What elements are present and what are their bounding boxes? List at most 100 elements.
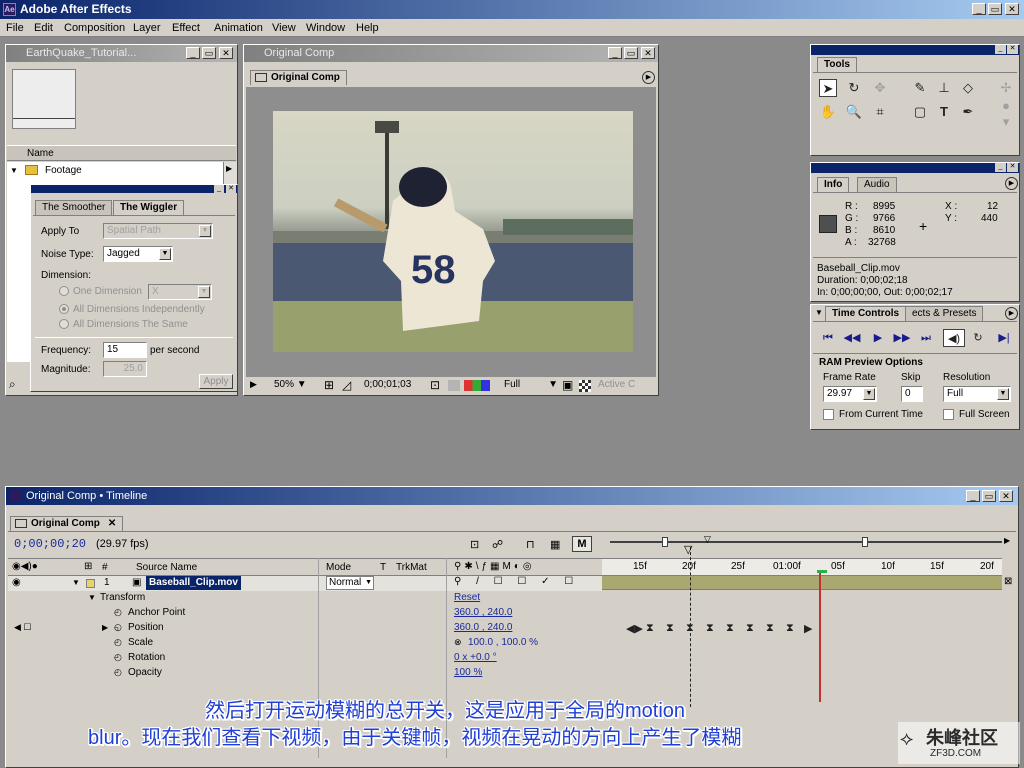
rgb-channels-icon[interactable] (464, 380, 490, 391)
channel-icon[interactable] (448, 380, 460, 391)
position-expand-triangle-icon[interactable]: ▶ (102, 623, 108, 632)
checkerboard-icon[interactable] (579, 380, 591, 392)
timeline-comp-tab[interactable]: Original Comp ✕ (10, 516, 124, 531)
menu-window[interactable]: Window (306, 22, 345, 34)
constrain-link-icon[interactable]: ⊗ (454, 637, 462, 648)
time-controls-collapse-icon[interactable]: ▼ (815, 308, 823, 317)
menu-animation[interactable]: Animation (214, 22, 263, 34)
show-snapshot-icon[interactable]: ▶ (250, 379, 257, 390)
transform-expand-triangle-icon[interactable]: ▼ (88, 593, 96, 602)
anchor-point-value[interactable]: 360.0 , 240.0 (454, 607, 512, 618)
mask-icon[interactable]: ◿ (342, 378, 351, 392)
stopwatch-icon[interactable]: ◴ (114, 667, 122, 678)
expand-triangle-icon[interactable]: ▼ (10, 166, 18, 175)
tab-the-smoother[interactable]: The Smoother (35, 200, 113, 215)
comp-frame[interactable]: 58 (273, 111, 633, 352)
resolution-select[interactable]: Full ▼ (504, 379, 558, 390)
frequency-input[interactable]: 15 (103, 342, 147, 358)
timeline-close-button[interactable]: ✕ (999, 490, 1013, 502)
keyframe-icon[interactable]: ⧗ (706, 622, 714, 635)
view-axis-icon[interactable]: ▾ (997, 113, 1015, 131)
timeline-menu-arrow-icon[interactable]: ▶ (1004, 536, 1010, 545)
audio-icon[interactable]: ◀) (943, 329, 965, 347)
opacity-row[interactable]: ◴ Opacity 100 % (8, 666, 602, 681)
shy-layers-icon[interactable]: ☍ (492, 538, 503, 551)
menu-layer[interactable]: Layer (133, 22, 161, 34)
layer-label-color[interactable] (86, 579, 95, 588)
comp-marker-icon[interactable]: ⊡ (470, 538, 479, 551)
tools-tab[interactable]: Tools (817, 57, 857, 72)
region-icon[interactable]: ▣ (562, 378, 573, 392)
keyframe-icon[interactable]: ⧗ (666, 622, 674, 635)
keyframe-navigator-icon[interactable]: ◀ ☐ (14, 622, 32, 633)
work-area-end-marker[interactable] (819, 572, 821, 702)
layer-row[interactable]: ◉ ▼ 1 ▣ Baseball_Clip.mov Normal ▼ ⚲ / ☐ … (8, 576, 602, 591)
timeline-navigator[interactable]: ▽ (608, 534, 1004, 549)
pen-tool-icon[interactable]: ✒ (959, 103, 977, 121)
apply-to-select[interactable]: Spatial Path ▼ (103, 223, 213, 239)
minimize-button[interactable]: _ (972, 3, 986, 15)
frame-forward-icon[interactable]: ▶▶ (891, 329, 913, 347)
full-screen-checkbox[interactable] (943, 409, 954, 420)
menu-composition[interactable]: Composition (64, 22, 125, 34)
project-name-header[interactable]: Name (7, 145, 236, 161)
zoom-tool-icon[interactable]: 🔍 (845, 103, 863, 121)
binoculars-icon[interactable]: ⌕ (9, 377, 16, 392)
comp-close-button[interactable]: ✕ (641, 47, 655, 59)
keyframe-icon[interactable]: ⧗ (646, 622, 654, 635)
grid-icon[interactable]: ⊞ (324, 378, 334, 392)
all-dimensions-same-radio[interactable] (59, 319, 69, 329)
maximize-button[interactable]: ▭ (988, 3, 1002, 15)
rectangle-mask-tool-icon[interactable]: ▢ (911, 103, 929, 121)
clone-stamp-tool-icon[interactable]: ⊥ (935, 79, 953, 97)
draft-3d-icon[interactable]: ▦ (550, 538, 560, 551)
tab-info[interactable]: Info (817, 177, 850, 192)
keyframe-icon[interactable]: ◀▶ (626, 622, 643, 635)
orbit-camera-tool-icon[interactable]: ✥ (871, 79, 889, 97)
stopwatch-active-icon[interactable]: ◵ (114, 622, 122, 633)
tab-effects-presets[interactable]: ects & Presets (905, 306, 984, 321)
project-close-button[interactable]: ✕ (219, 47, 233, 59)
comp-maximize-button[interactable]: ▭ (624, 47, 638, 59)
anchor-point-row[interactable]: ◴ Anchor Point 360.0 , 240.0 (8, 606, 602, 621)
project-maximize-button[interactable]: ▭ (202, 47, 216, 59)
track-xy-tool-icon[interactable]: ⌗ (871, 103, 889, 121)
timeline-maximize-button[interactable]: ▭ (982, 490, 996, 502)
opacity-value[interactable]: 100 % (454, 667, 482, 678)
info-menu-arrow-icon[interactable]: ▶ (1005, 177, 1018, 190)
play-icon[interactable]: ▶ (867, 329, 889, 347)
frame-back-icon[interactable]: ◀◀ (841, 329, 863, 347)
text-tool-icon[interactable]: T (935, 103, 953, 121)
scale-value[interactable]: 100.0 , 100.0 % (468, 637, 538, 648)
menu-edit[interactable]: Edit (34, 22, 53, 34)
zoom-select[interactable]: 50% ▼ (274, 379, 307, 390)
first-frame-icon[interactable]: ⏮ (817, 329, 839, 347)
keyframe-icon[interactable]: ⧗ (686, 622, 694, 635)
source-name-column-header[interactable]: Source Name (136, 562, 197, 573)
menu-view[interactable]: View (272, 22, 296, 34)
comp-menu-arrow-icon[interactable]: ▶ (642, 71, 655, 84)
tools-close-button[interactable]: ✕ (1007, 45, 1018, 54)
keyframe-icon[interactable]: ⧗ (786, 622, 794, 635)
navigator-end-handle[interactable] (862, 537, 868, 547)
close-button[interactable]: ✕ (1005, 3, 1019, 15)
active-camera-select[interactable]: Active C (598, 379, 635, 390)
position-row[interactable]: ◀ ☐ ▶ ◵ Position 360.0 , 240.0 (8, 621, 602, 636)
stopwatch-icon[interactable]: ◴ (114, 637, 122, 648)
info-close-button[interactable]: ✕ (1007, 163, 1018, 172)
loop-icon[interactable]: ↻ (967, 329, 989, 347)
menu-help[interactable]: Help (356, 22, 379, 34)
menu-effect[interactable]: Effect (172, 22, 200, 34)
brush-tool-icon[interactable]: ✎ (911, 79, 929, 97)
camera-icon[interactable]: ⊡ (430, 378, 440, 392)
tc-resolution-select[interactable]: Full ▼ (943, 386, 1011, 402)
current-time-display[interactable]: 0;00;00;20 (14, 537, 86, 551)
layer-bar-end-icon[interactable]: ⊠ (1004, 576, 1012, 587)
rotation-row[interactable]: ◴ Rotation 0 x +0.0 ° (8, 651, 602, 666)
one-dimension-select[interactable]: X ▼ (148, 284, 212, 300)
wiggler-close-button[interactable]: ✕ (226, 185, 236, 193)
layer-switch-icons[interactable]: ⚲ / ☐ ☐ ✓ ☐ (454, 576, 579, 587)
keyframe-icon[interactable]: ⧗ (746, 622, 754, 635)
all-dimensions-independently-radio[interactable] (59, 304, 69, 314)
motion-blur-switch-icon[interactable]: M (572, 536, 592, 552)
